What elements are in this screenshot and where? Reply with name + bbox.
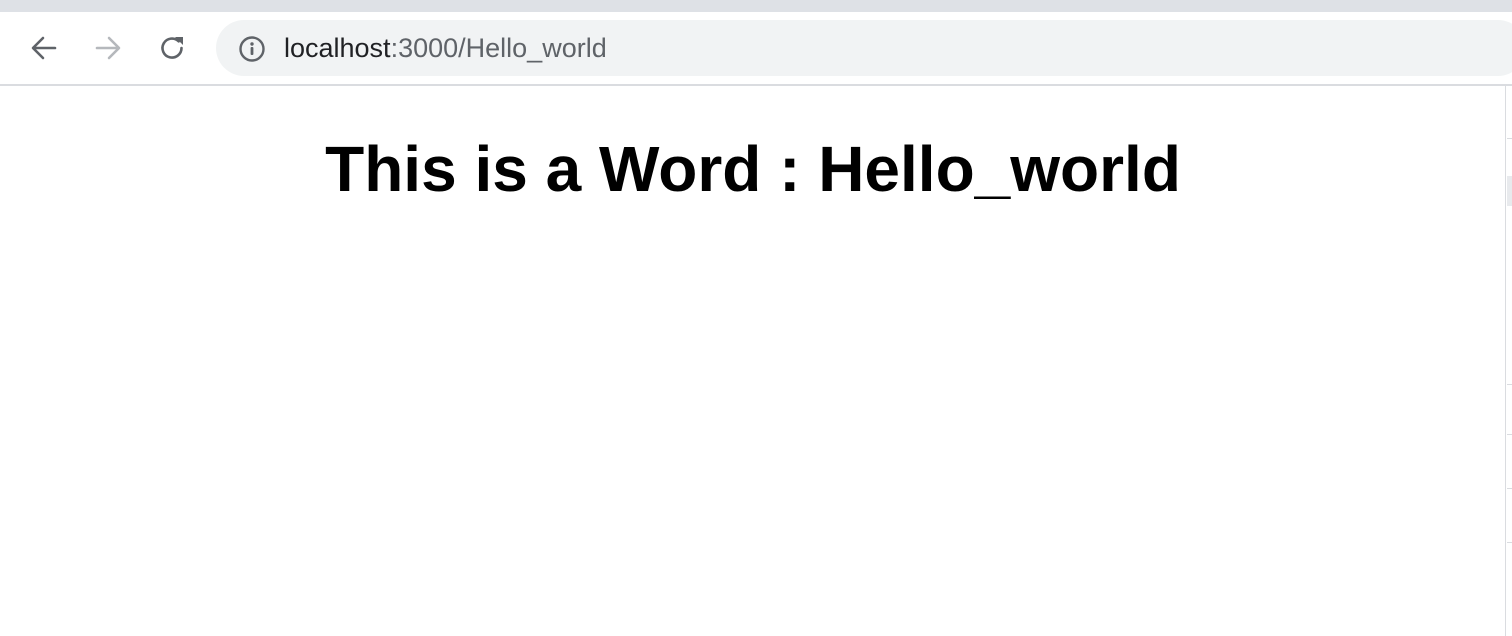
- side-panel-block: [1507, 176, 1512, 206]
- info-icon[interactable]: [238, 35, 266, 63]
- reload-button[interactable]: [152, 28, 192, 68]
- address-bar[interactable]: localhost:3000/Hello_world: [216, 20, 1512, 76]
- reload-icon: [157, 33, 187, 63]
- page-heading: This is a Word : Hello_world: [325, 133, 1181, 205]
- side-panel-edge: [1505, 86, 1512, 636]
- side-panel-divider: [1507, 384, 1512, 385]
- browser-toolbar: localhost:3000/Hello_world: [0, 12, 1512, 86]
- side-panel-divider: [1507, 542, 1512, 543]
- url-path: :3000/Hello_world: [390, 33, 607, 63]
- arrow-left-icon: [29, 33, 59, 63]
- url-text[interactable]: localhost:3000/Hello_world: [284, 32, 607, 64]
- forward-button[interactable]: [88, 28, 128, 68]
- url-host: localhost: [284, 33, 391, 63]
- side-panel-divider: [1507, 138, 1512, 139]
- arrow-right-icon: [93, 33, 123, 63]
- back-button[interactable]: [24, 28, 64, 68]
- side-panel-divider: [1507, 434, 1512, 435]
- tab-strip: [0, 0, 1512, 12]
- side-panel-divider: [1507, 488, 1512, 489]
- page-content: This is a Word : Hello_world: [0, 86, 1506, 636]
